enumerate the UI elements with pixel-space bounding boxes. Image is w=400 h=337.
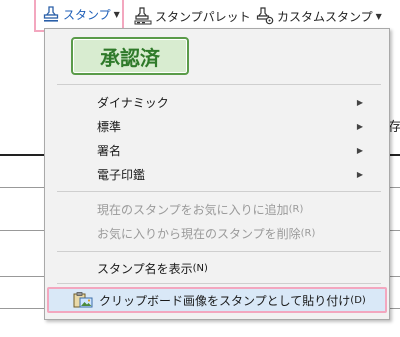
menu-item-label: クリップボード画像をスタンプとして貼り付け xyxy=(99,293,351,308)
stamp-palette-button[interactable]: スタンプパレット xyxy=(134,4,251,28)
clipboard-image-icon xyxy=(73,292,93,308)
menu-item-label: 現在のスタンプをお気に入りに追加 xyxy=(97,202,289,217)
menu-item-digital-seal[interactable]: 電子印鑑 ▶ xyxy=(45,163,389,185)
stamp-dropdown-menu: 承認済 ダイナミック ▶ 標準 ▶ 署名 ▶ 電子印鑑 ▶ 現在のスタンプをお気… xyxy=(44,28,390,320)
menu-item-remove-favorite[interactable]: お気に入りから現在のスタンプを削除 (R) xyxy=(45,222,389,244)
menu-item-label: お気に入りから現在のスタンプを削除 xyxy=(97,226,301,241)
menu-item-accelerator: (N) xyxy=(192,262,208,274)
menu-item-label: スタンプ名を表示 xyxy=(97,261,193,276)
menu-item-label: ダイナミック xyxy=(97,95,169,110)
stamp-icon xyxy=(43,6,59,22)
chevron-right-icon: ▶ xyxy=(356,97,363,107)
menu-item-label: 標準 xyxy=(97,119,122,134)
menu-separator xyxy=(57,251,381,252)
stamp-palette-icon xyxy=(134,7,152,25)
custom-stamp-button[interactable]: カスタムスタンプ ▼ xyxy=(256,4,382,28)
chevron-right-icon: ▶ xyxy=(356,121,363,131)
menu-item-show-stamp-name[interactable]: スタンプ名を表示 (N) xyxy=(45,257,389,279)
custom-stamp-icon xyxy=(256,7,274,25)
chevron-right-icon: ▶ xyxy=(356,169,363,179)
menu-item-label: 電子印鑑 xyxy=(97,167,146,182)
menu-item-accelerator: (R) xyxy=(300,227,316,239)
stamp-menu-label: スタンプ xyxy=(63,7,111,22)
menu-separator xyxy=(57,283,381,284)
menu-item-signature[interactable]: 署名 ▶ xyxy=(45,139,389,161)
current-stamp-preview[interactable]: 承認済 xyxy=(71,37,189,75)
chevron-right-icon: ▶ xyxy=(356,145,363,155)
menu-item-accelerator: (D) xyxy=(350,294,366,306)
menu-item-dynamic[interactable]: ダイナミック ▶ xyxy=(45,91,389,113)
menu-item-accelerator: (R) xyxy=(288,203,304,215)
menu-item-add-favorite[interactable]: 現在のスタンプをお気に入りに追加 (R) xyxy=(45,198,389,220)
stamp-palette-label: スタンプパレット xyxy=(155,9,251,24)
custom-stamp-label: カスタムスタンプ xyxy=(277,9,373,24)
chevron-down-icon: ▼ xyxy=(113,9,120,19)
menu-item-standard[interactable]: 標準 ▶ xyxy=(45,115,389,137)
menu-separator xyxy=(57,84,381,85)
menu-item-label: 署名 xyxy=(97,143,122,158)
menu-separator xyxy=(57,191,381,192)
menu-item-paste-clipboard-image[interactable]: クリップボード画像をスタンプとして貼り付け (D) xyxy=(47,287,387,313)
chevron-down-icon: ▼ xyxy=(375,11,382,21)
